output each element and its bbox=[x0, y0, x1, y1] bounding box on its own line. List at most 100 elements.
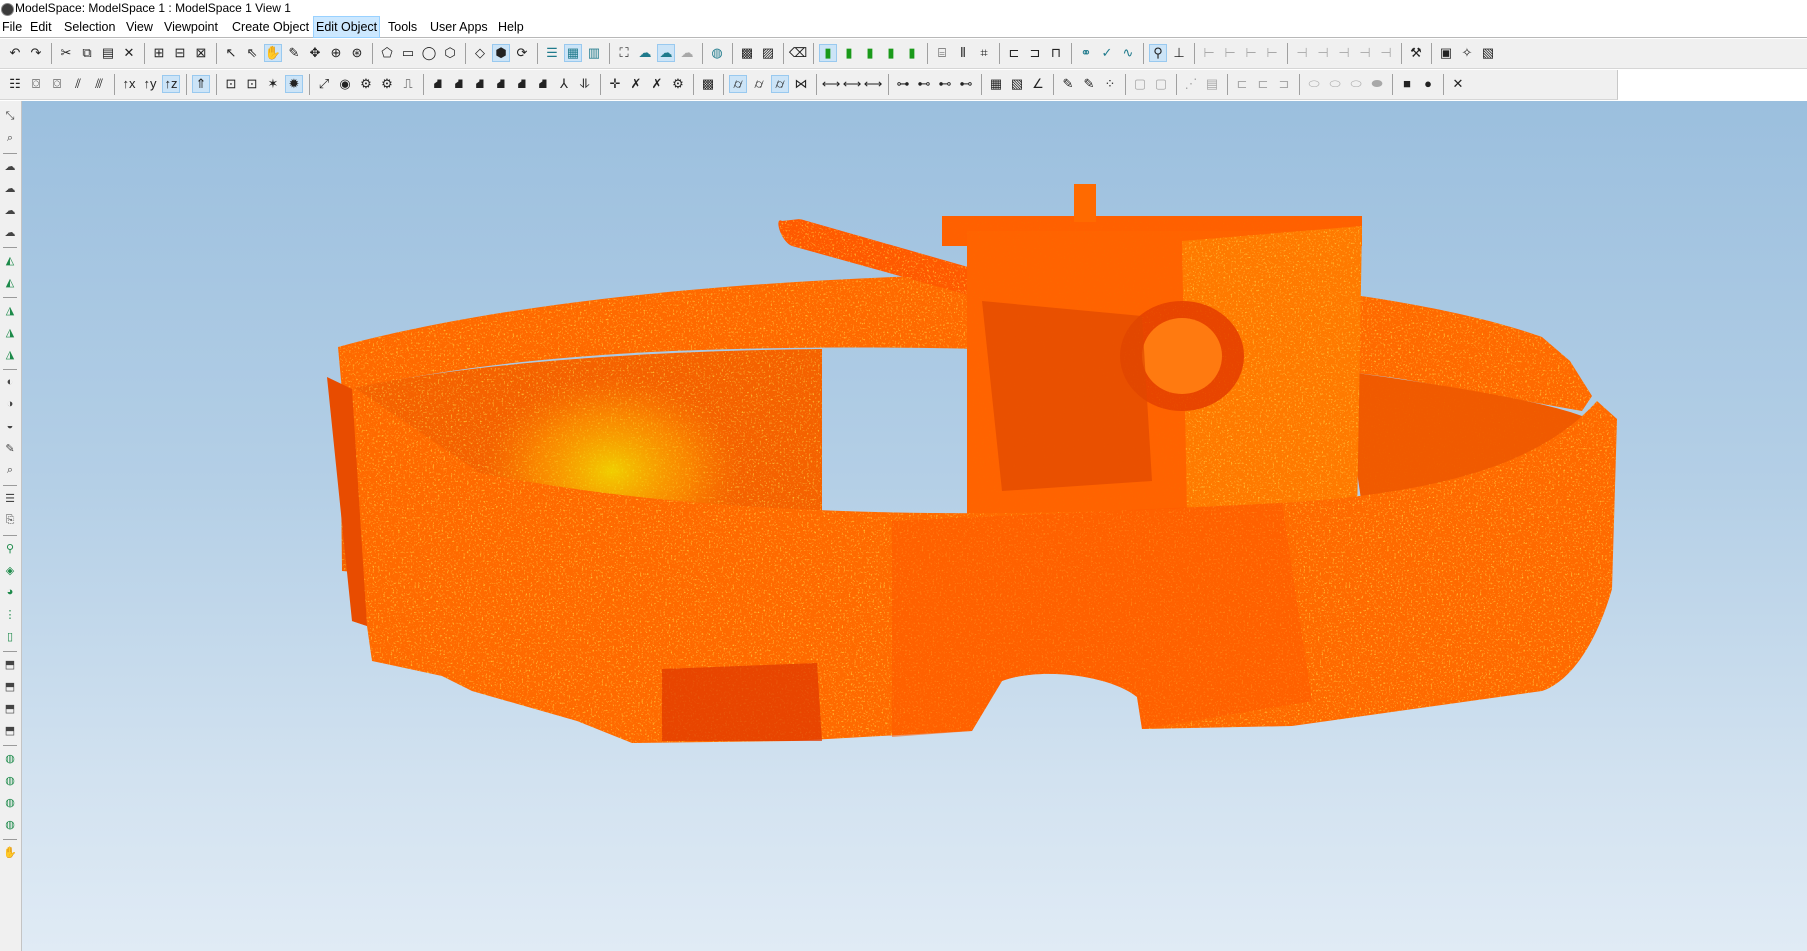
globe-1-button[interactable]: ⚲ bbox=[1, 539, 19, 557]
axis-button[interactable]: ⊥ bbox=[1170, 44, 1188, 62]
orbit-button[interactable]: ⊕ bbox=[327, 44, 345, 62]
polygon-fence-button[interactable]: ⬡ bbox=[441, 44, 459, 62]
hand-tool-button[interactable]: ✋ bbox=[1, 843, 19, 861]
circle-select-button[interactable]: ◯ bbox=[420, 44, 438, 62]
hatch-button[interactable]: ▦ bbox=[987, 75, 1005, 93]
align-1-button[interactable]: ⟷ bbox=[822, 75, 841, 93]
constraint-4-button[interactable]: ⚙ bbox=[669, 75, 687, 93]
pipe-2-button[interactable]: ⊐ bbox=[1026, 44, 1044, 62]
points-split-button[interactable]: ▥ bbox=[585, 44, 603, 62]
axis-y-button[interactable]: ↑y bbox=[141, 75, 159, 93]
angle-button[interactable]: ∠ bbox=[1029, 75, 1047, 93]
circle-solid-button[interactable]: ● bbox=[1419, 75, 1437, 93]
rectangle-select-button[interactable]: ▭ bbox=[399, 44, 417, 62]
link-button[interactable]: ⚭ bbox=[1077, 44, 1095, 62]
green-bar-4-button[interactable]: ▮ bbox=[882, 44, 900, 62]
mesh-3-button[interactable]: ◮ bbox=[1, 301, 19, 319]
delete-button[interactable]: ✕ bbox=[120, 44, 138, 62]
shape-6-button[interactable]: ⛘ bbox=[534, 75, 552, 93]
cloud-button[interactable]: ☁ bbox=[636, 44, 654, 62]
green-bar-1-button[interactable]: ▮ bbox=[819, 44, 837, 62]
paste-button[interactable]: ▤ bbox=[99, 44, 117, 62]
globe-5-button[interactable]: ▯ bbox=[1, 627, 19, 645]
menu-file[interactable]: File bbox=[0, 17, 24, 37]
cloud-tool-1-button[interactable]: ☁ bbox=[1, 157, 19, 175]
tool-a-button[interactable]: ⚒ bbox=[1407, 44, 1425, 62]
box-button[interactable]: ⬢ bbox=[492, 44, 510, 62]
cylinder-fit-button[interactable]: ⌭ bbox=[729, 75, 747, 93]
teal-3-button[interactable]: ◍ bbox=[1, 793, 19, 811]
constraint-2-button[interactable]: ✗ bbox=[627, 75, 645, 93]
dim-7-button[interactable]: ⊣ bbox=[1335, 44, 1353, 62]
dim-2-button[interactable]: ⊢ bbox=[1221, 44, 1239, 62]
camera-button[interactable]: ⌼ bbox=[27, 75, 45, 93]
constraint-3-button[interactable]: ✗ bbox=[648, 75, 666, 93]
move-button[interactable]: ✥ bbox=[306, 44, 324, 62]
pick-1-button[interactable]: ⤡ bbox=[1, 107, 19, 125]
plane-button[interactable]: ◇ bbox=[471, 44, 489, 62]
green-bar-2-button[interactable]: ▮ bbox=[840, 44, 858, 62]
select-arrow-button[interactable]: ↖ bbox=[222, 44, 240, 62]
group-button[interactable]: ⊞ bbox=[150, 44, 168, 62]
dim-9-button[interactable]: ⊣ bbox=[1377, 44, 1395, 62]
align-3-button[interactable]: ⟷ bbox=[864, 75, 883, 93]
shape-4-button[interactable]: ⛘ bbox=[492, 75, 510, 93]
dim-6-button[interactable]: ⊣ bbox=[1314, 44, 1332, 62]
gray-4-button[interactable]: ▤ bbox=[1203, 75, 1221, 93]
stack-2-button[interactable]: ⎘ bbox=[1, 511, 19, 529]
globe-2-button[interactable]: ◈ bbox=[1, 561, 19, 579]
menu-edit-object[interactable]: Edit Object bbox=[312, 16, 381, 38]
camera-2-button[interactable]: ⌼ bbox=[48, 75, 66, 93]
gray-9-button[interactable]: ⬭ bbox=[1326, 75, 1344, 93]
stack-1-button[interactable]: ☰ bbox=[1, 489, 19, 507]
paint-1-button[interactable]: ✎ bbox=[1059, 75, 1077, 93]
shape-7-button[interactable]: ⅄ bbox=[555, 75, 573, 93]
snap-5-button[interactable]: ⎍ bbox=[399, 75, 417, 93]
axis-x-button[interactable]: ↑x bbox=[120, 75, 138, 93]
lasso-button[interactable]: ⬠ bbox=[378, 44, 396, 62]
gray-5-button[interactable]: ⊏ bbox=[1233, 75, 1251, 93]
check-button[interactable]: ✓ bbox=[1098, 44, 1116, 62]
fence-button[interactable]: ⛶ bbox=[615, 44, 633, 62]
snap-3-button[interactable]: ⚙ bbox=[357, 75, 375, 93]
gray-7-button[interactable]: ⊐ bbox=[1275, 75, 1293, 93]
copy-button[interactable]: ⧉ bbox=[78, 44, 96, 62]
tool-b-button[interactable]: ▣ bbox=[1437, 44, 1455, 62]
green-bar-5-button[interactable]: ▮ bbox=[903, 44, 921, 62]
layer-stack-button[interactable]: ☷ bbox=[6, 75, 24, 93]
node-1-button[interactable]: ⊶ bbox=[894, 75, 912, 93]
up-arrow-button[interactable]: ⇑ bbox=[192, 75, 210, 93]
pipe-3-button[interactable]: ⊓ bbox=[1047, 44, 1065, 62]
dim-5-button[interactable]: ⊣ bbox=[1293, 44, 1311, 62]
target-button[interactable]: ⊛ bbox=[348, 44, 366, 62]
hatch-2-button[interactable]: ▧ bbox=[1008, 75, 1026, 93]
shape-a-button[interactable]: ◐ bbox=[1, 373, 19, 391]
box-tool-1-button[interactable]: ⬒ bbox=[1, 655, 19, 673]
cloud-tool-2-button[interactable]: ☁ bbox=[1, 179, 19, 197]
pick-2-button[interactable]: ⌕ bbox=[1, 129, 19, 147]
view-2-button[interactable]: ⊡ bbox=[243, 75, 261, 93]
view-3-button[interactable]: ✶ bbox=[264, 75, 282, 93]
dim-1-button[interactable]: ⊢ bbox=[1200, 44, 1218, 62]
menu-edit[interactable]: Edit bbox=[28, 17, 54, 37]
scan-button[interactable]: ⌗ bbox=[975, 44, 993, 62]
snap-4-button[interactable]: ⚙ bbox=[378, 75, 396, 93]
shape-b-button[interactable]: ◑ bbox=[1, 395, 19, 413]
cut-button[interactable]: ✂ bbox=[57, 44, 75, 62]
node-4-button[interactable]: ⊷ bbox=[957, 75, 975, 93]
cloud-tool-3-button[interactable]: ☁ bbox=[1, 201, 19, 219]
tool-d-button[interactable]: ▧ bbox=[1479, 44, 1497, 62]
undo-button[interactable]: ↶ bbox=[6, 44, 24, 62]
sphere-button[interactable]: ◍ bbox=[708, 44, 726, 62]
snap-2-button[interactable]: ◉ bbox=[336, 75, 354, 93]
layout-button[interactable]: ⊠ bbox=[192, 44, 210, 62]
gray-3-button[interactable]: ⋰ bbox=[1182, 75, 1200, 93]
cloud-tool-4-button[interactable]: ☁ bbox=[1, 223, 19, 241]
eraser-button[interactable]: ⌫ bbox=[789, 44, 807, 62]
pencil-button[interactable]: ✎ bbox=[285, 44, 303, 62]
gray-2-button[interactable]: ▢ bbox=[1152, 75, 1170, 93]
dim-3-button[interactable]: ⊢ bbox=[1242, 44, 1260, 62]
node-2-button[interactable]: ⊷ bbox=[915, 75, 933, 93]
snap-1-button[interactable]: ⤢ bbox=[315, 75, 333, 93]
shape-e-button[interactable]: ⌕ bbox=[1, 461, 19, 479]
